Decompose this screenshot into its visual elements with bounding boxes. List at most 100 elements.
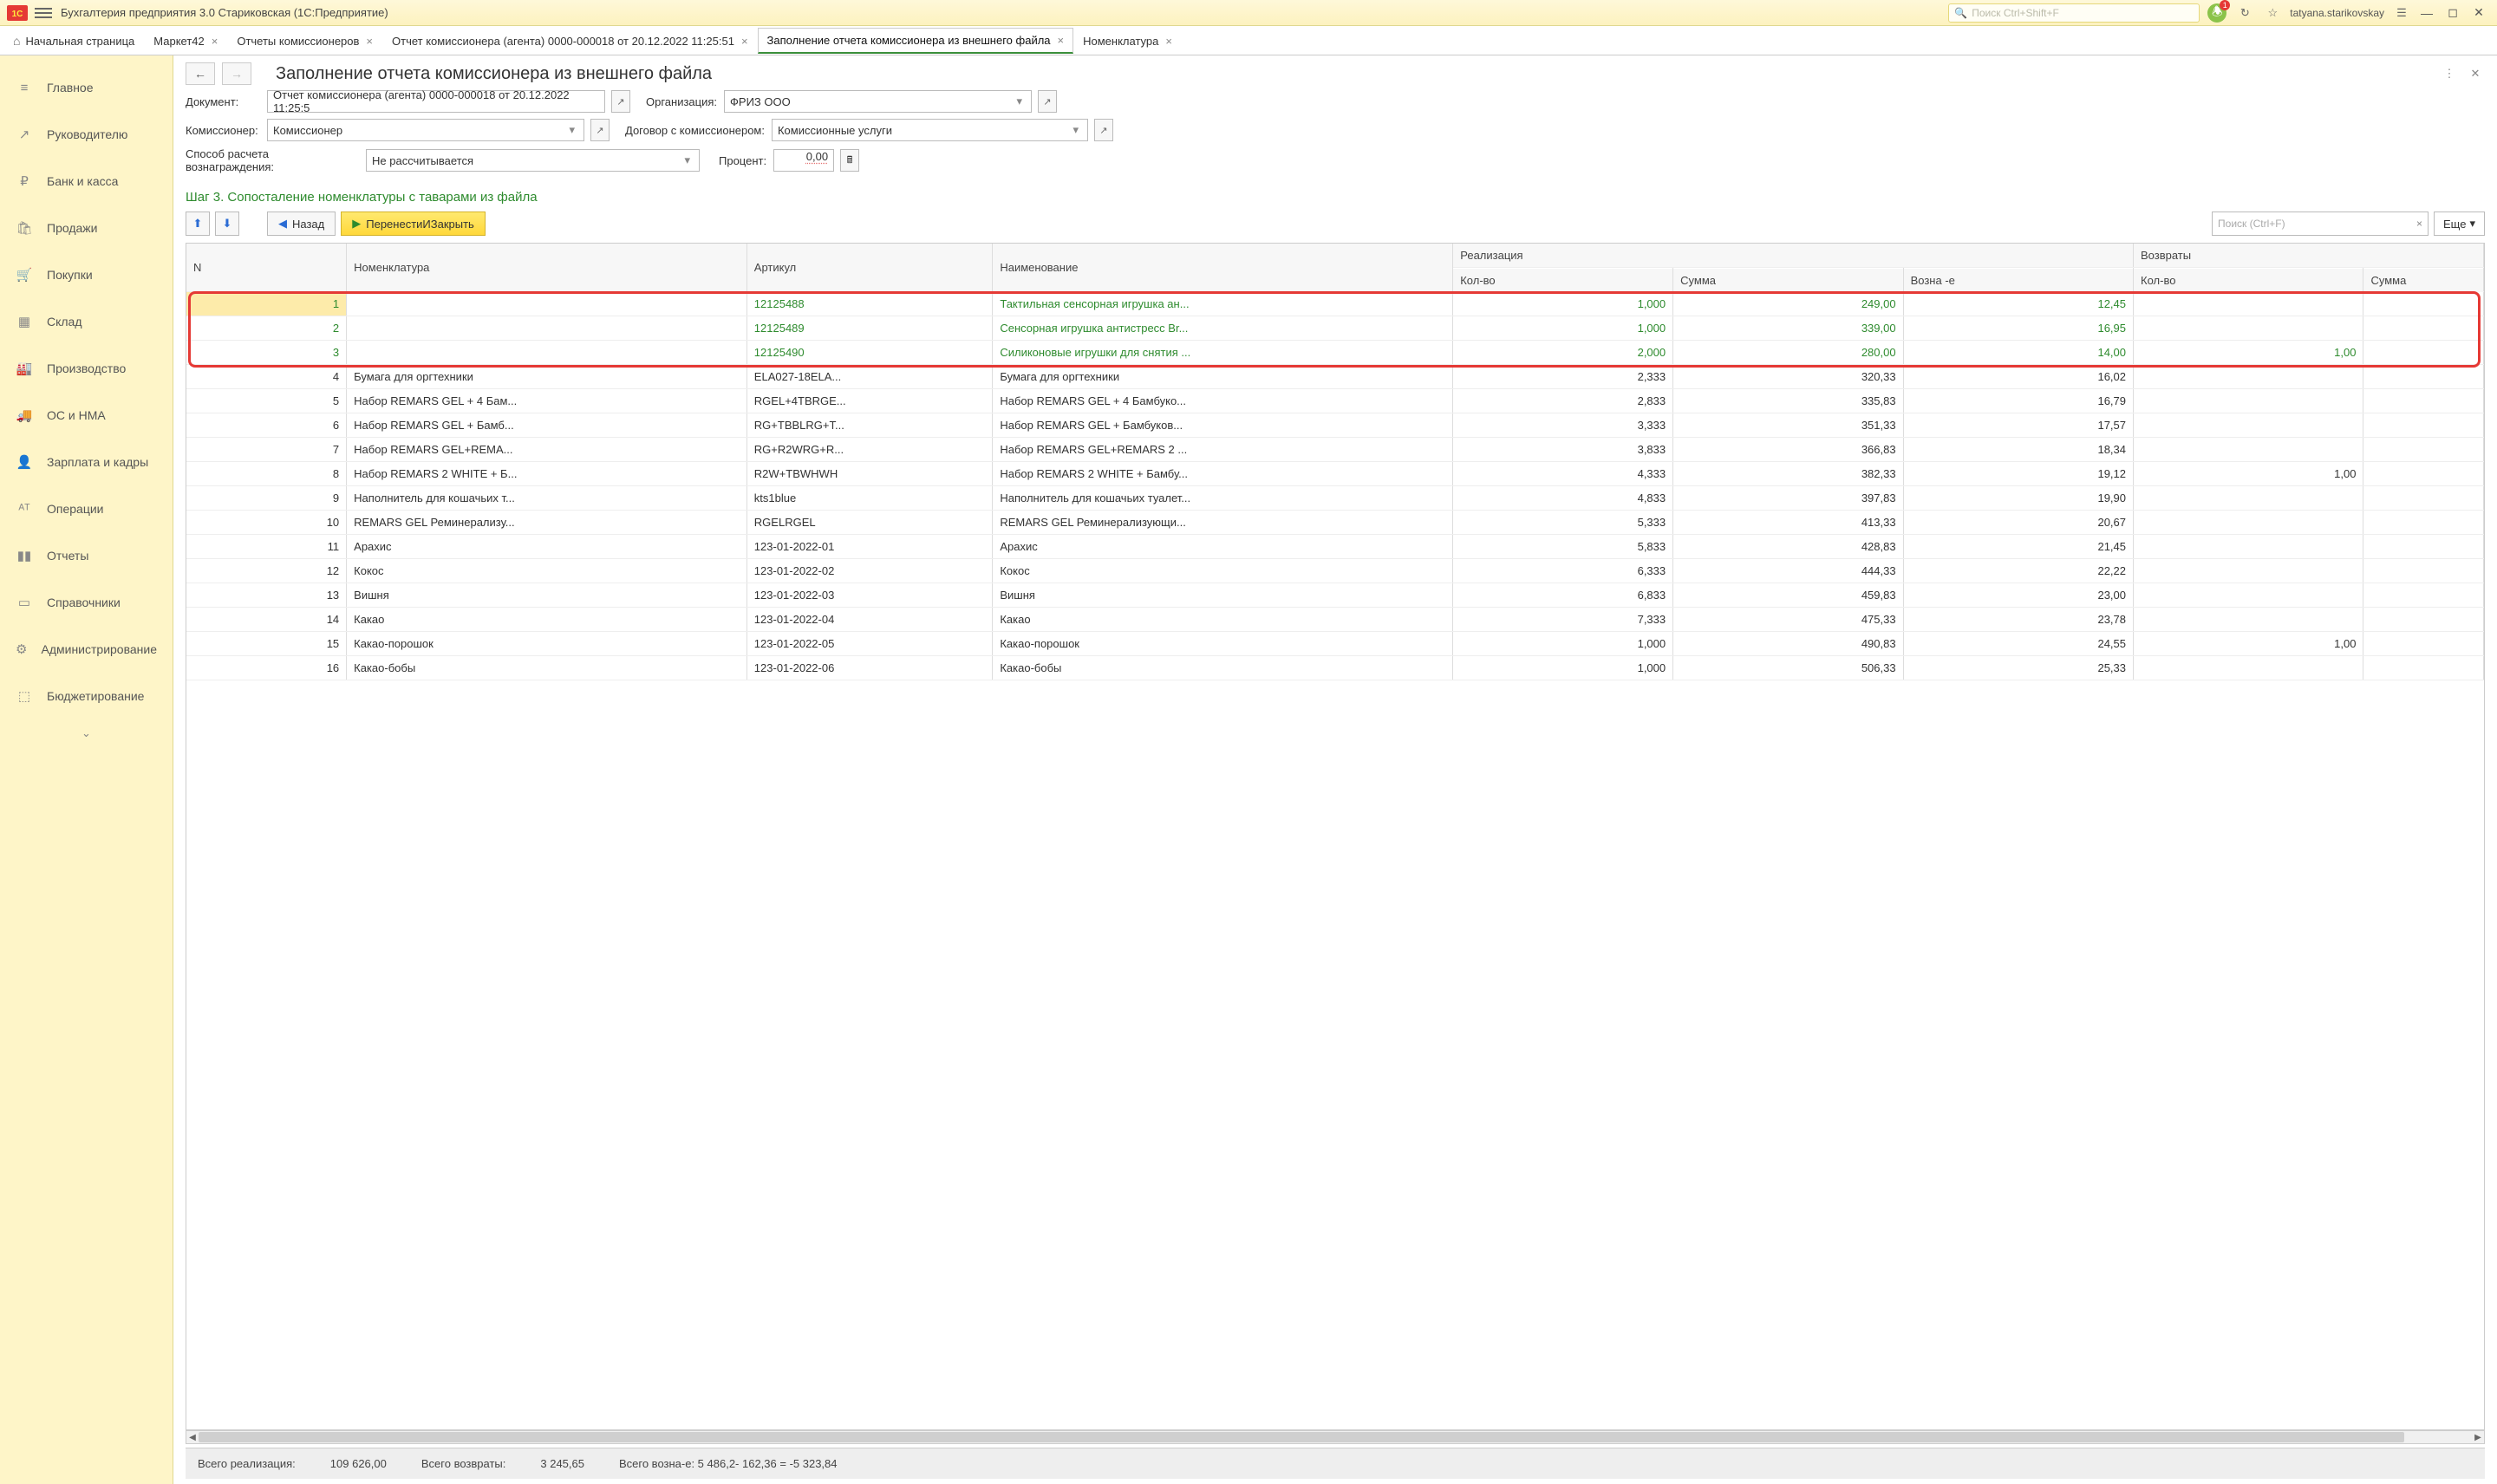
cell-rsum[interactable]	[2363, 559, 2484, 583]
cell-sum[interactable]: 280,00	[1673, 341, 1903, 365]
cell-idx[interactable]: 12	[186, 559, 347, 583]
chevron-down-icon[interactable]: ▾	[1069, 123, 1082, 137]
cell-idx[interactable]: 4	[186, 365, 347, 389]
cell-nom[interactable]: Какао-бобы	[347, 656, 747, 680]
cell-sum[interactable]: 459,83	[1673, 583, 1903, 608]
cell-idx[interactable]: 7	[186, 438, 347, 462]
cell-art[interactable]: 123-01-2022-06	[746, 656, 993, 680]
close-icon[interactable]: ×	[366, 35, 373, 48]
cell-qty[interactable]: 3,333	[1453, 413, 1673, 438]
history-button[interactable]: ↻	[2234, 3, 2255, 23]
cell-nom[interactable]: Вишня	[347, 583, 747, 608]
th-returns[interactable]: Возвраты	[2134, 244, 2484, 268]
cell-name[interactable]: REMARS GEL Реминерализующи...	[993, 511, 1453, 535]
sidebar-item[interactable]: ≡Главное	[0, 64, 173, 111]
th-n[interactable]: N	[186, 244, 347, 292]
cell-qty[interactable]: 1,000	[1453, 632, 1673, 656]
cell-rsum[interactable]	[2363, 438, 2484, 462]
cell-rqty[interactable]	[2134, 316, 2363, 341]
cell-art[interactable]: 123-01-2022-04	[746, 608, 993, 632]
cell-art[interactable]: kts1blue	[746, 486, 993, 511]
cell-name[interactable]: Какао	[993, 608, 1453, 632]
field-document[interactable]: Отчет комиссионера (агента) 0000-000018 …	[267, 90, 605, 113]
cell-qty[interactable]: 1,000	[1453, 292, 1673, 316]
th-qty[interactable]: Кол-во	[1453, 268, 1673, 292]
open-commissioner-button[interactable]: ↗	[590, 119, 610, 141]
cell-art[interactable]: ELA027-18ELA...	[746, 365, 993, 389]
cell-rqty[interactable]: 1,00	[2134, 341, 2363, 365]
cell-art[interactable]: 12125488	[746, 292, 993, 316]
cell-nom[interactable]: Набор REMARS GEL+REMA...	[347, 438, 747, 462]
cell-nom[interactable]	[347, 316, 747, 341]
cell-name[interactable]: Какао-порошок	[993, 632, 1453, 656]
cell-nom[interactable]	[347, 292, 747, 316]
sidebar-item[interactable]: ⚙Администрирование	[0, 626, 173, 673]
cell-rqty[interactable]	[2134, 559, 2363, 583]
cell-rqty[interactable]	[2134, 365, 2363, 389]
close-icon[interactable]: ×	[212, 35, 218, 48]
sidebar-item[interactable]: 👤Зарплата и кадры	[0, 439, 173, 485]
th-nomenclature[interactable]: Номенклатура	[347, 244, 747, 292]
cell-rqty[interactable]	[2134, 486, 2363, 511]
table-row[interactable]: 13Вишня123-01-2022-03Вишня6,833459,8323,…	[186, 583, 2484, 608]
data-table[interactable]: N Номенклатура Артикул Наименование Реал…	[186, 244, 2484, 680]
cell-sum[interactable]: 249,00	[1673, 292, 1903, 316]
cell-rsum[interactable]	[2363, 389, 2484, 413]
move-up-button[interactable]: ⬆	[186, 212, 210, 236]
cell-name[interactable]: Тактильная сенсорная игрушка ан...	[993, 292, 1453, 316]
open-contract-button[interactable]: ↗	[1094, 119, 1113, 141]
cell-name[interactable]: Арахис	[993, 535, 1453, 559]
cell-rqty[interactable]	[2134, 535, 2363, 559]
cell-rsum[interactable]	[2363, 608, 2484, 632]
cell-rew[interactable]: 16,02	[1903, 365, 2133, 389]
cell-rew[interactable]: 16,95	[1903, 316, 2133, 341]
chevron-down-icon[interactable]: ▾	[1014, 94, 1027, 108]
cell-rsum[interactable]	[2363, 341, 2484, 365]
cell-nom[interactable]: Какао	[347, 608, 747, 632]
cell-art[interactable]: 123-01-2022-02	[746, 559, 993, 583]
tab[interactable]: Отчет комиссионера (агента) 0000-000018 …	[382, 28, 758, 54]
sidebar-item[interactable]: ▦Склад	[0, 298, 173, 345]
cell-art[interactable]: RG+R2WRG+R...	[746, 438, 993, 462]
cell-name[interactable]: Кокос	[993, 559, 1453, 583]
cell-art[interactable]: RGELRGEL	[746, 511, 993, 535]
cell-name[interactable]: Набор REMARS 2 WHITE + Бамбу...	[993, 462, 1453, 486]
sidebar-item[interactable]: 🏭Производство	[0, 345, 173, 392]
clear-icon[interactable]: ×	[2416, 218, 2422, 230]
cell-rqty[interactable]	[2134, 292, 2363, 316]
cell-idx[interactable]: 15	[186, 632, 347, 656]
field-percent[interactable]: 0,00	[773, 149, 834, 172]
field-commissioner[interactable]: Комиссионер▾	[267, 119, 584, 141]
cell-qty[interactable]: 3,833	[1453, 438, 1673, 462]
cell-nom[interactable]: Наполнитель для кошачьих т...	[347, 486, 747, 511]
field-calc-method[interactable]: Не рассчитывается▾	[366, 149, 700, 172]
cell-name[interactable]: Наполнитель для кошачьих туалет...	[993, 486, 1453, 511]
cell-rqty[interactable]	[2134, 438, 2363, 462]
cell-rsum[interactable]	[2363, 583, 2484, 608]
cell-art[interactable]: 123-01-2022-03	[746, 583, 993, 608]
cell-rew[interactable]: 14,00	[1903, 341, 2133, 365]
th-article[interactable]: Артикул	[746, 244, 993, 292]
cell-idx[interactable]: 10	[186, 511, 347, 535]
cell-rqty[interactable]	[2134, 656, 2363, 680]
cell-qty[interactable]: 4,333	[1453, 462, 1673, 486]
cell-idx[interactable]: 16	[186, 656, 347, 680]
cell-rew[interactable]: 23,78	[1903, 608, 2133, 632]
table-row[interactable]: 9Наполнитель для кошачьих т...kts1blueНа…	[186, 486, 2484, 511]
table-row[interactable]: 212125489Сенсорная игрушка антистресс Br…	[186, 316, 2484, 341]
calculator-button[interactable]: 🖩	[840, 149, 859, 172]
cell-name[interactable]: Силиконовые игрушки для снятия ...	[993, 341, 1453, 365]
table-row[interactable]: 15Какао-порошок123-01-2022-05Какао-порош…	[186, 632, 2484, 656]
cell-nom[interactable]: Набор REMARS GEL + 4 Бам...	[347, 389, 747, 413]
cell-nom[interactable]: Набор REMARS 2 WHITE + Б...	[347, 462, 747, 486]
cell-rqty[interactable]	[2134, 389, 2363, 413]
cell-art[interactable]: 123-01-2022-01	[746, 535, 993, 559]
sidebar-item[interactable]: ▮▮Отчеты	[0, 532, 173, 579]
cell-rew[interactable]: 19,12	[1903, 462, 2133, 486]
notifications-button[interactable]: 🕭1	[2207, 3, 2227, 23]
tab[interactable]: Маркет42×	[144, 28, 227, 54]
cell-rew[interactable]: 24,55	[1903, 632, 2133, 656]
transfer-close-button[interactable]: ▶ПеренестиИЗакрыть	[341, 212, 486, 236]
cell-idx[interactable]: 3	[186, 341, 347, 365]
cell-sum[interactable]: 366,83	[1673, 438, 1903, 462]
